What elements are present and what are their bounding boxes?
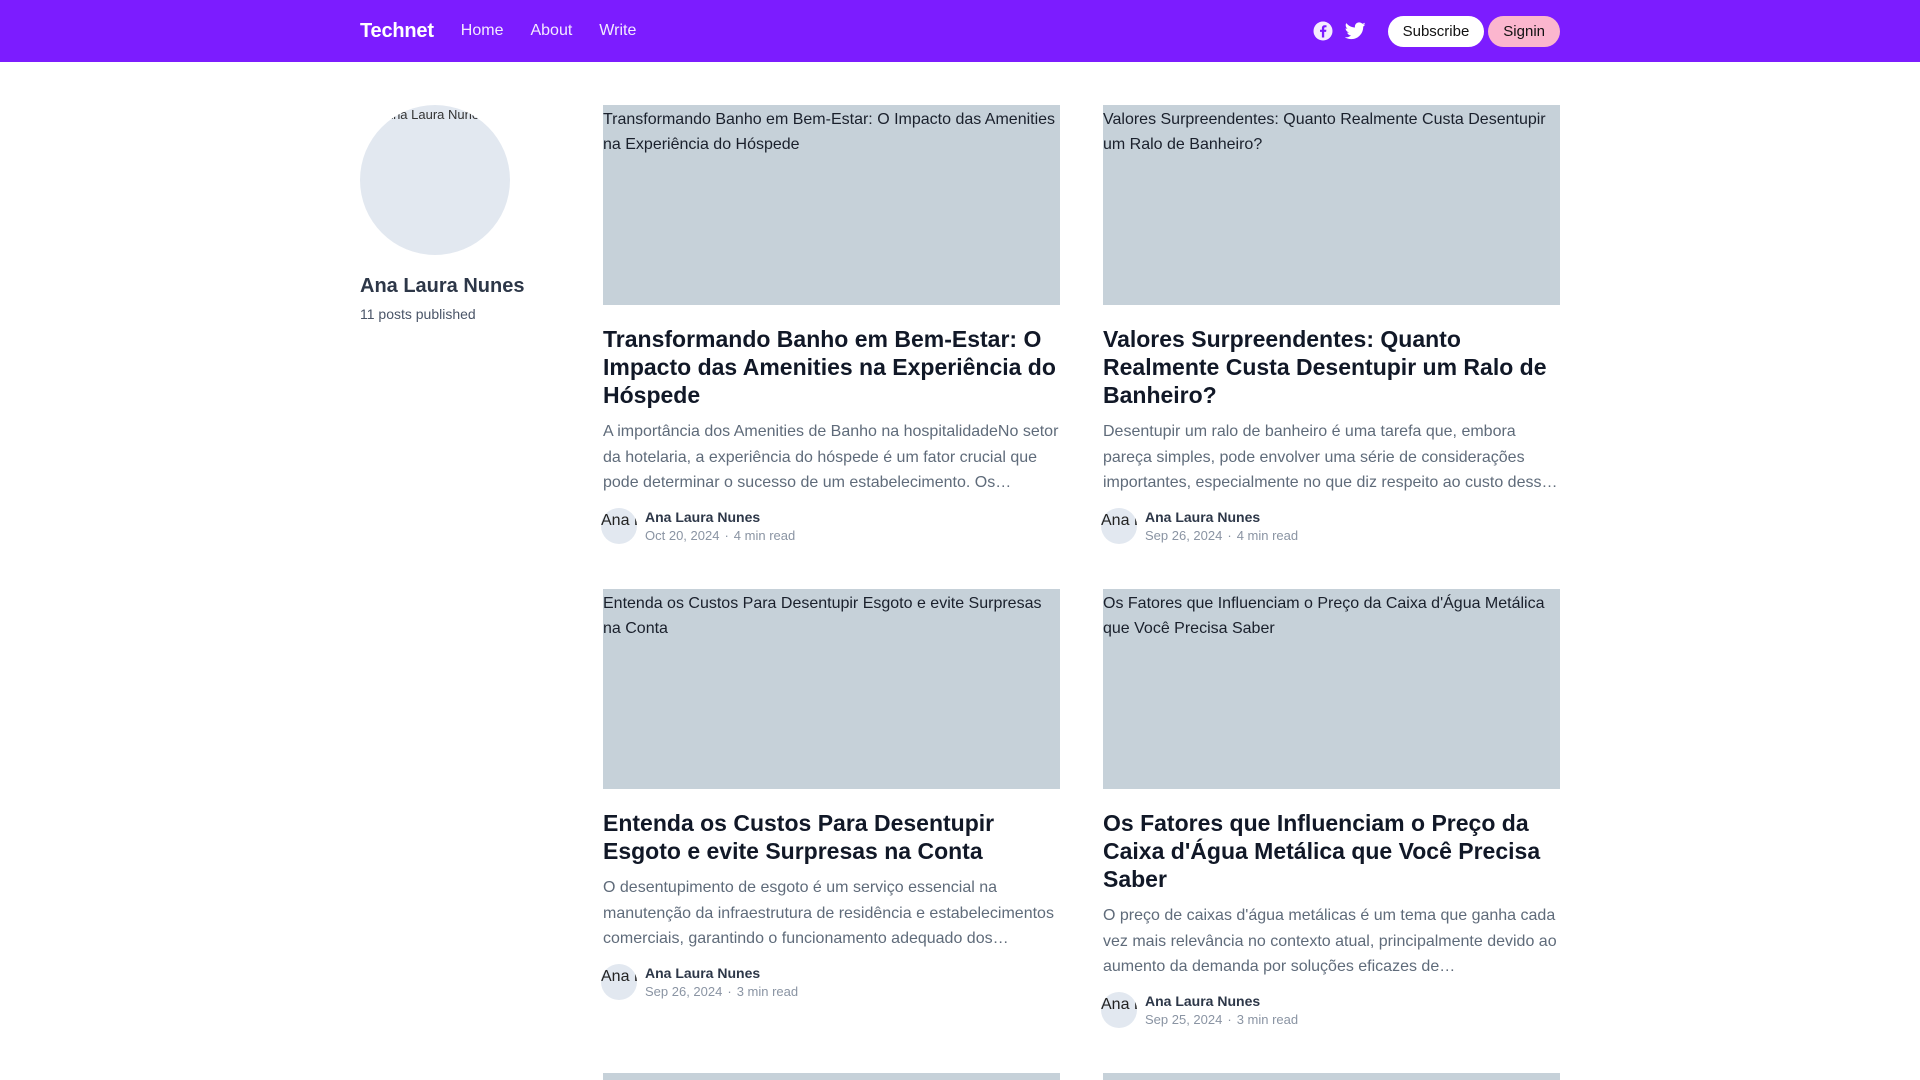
post-author[interactable]: Ana Laura Nunes [645,509,795,525]
post-title[interactable]: Entenda os Custos Para Desentupir Esgoto… [603,809,1060,865]
post-excerpt: O desentupimento de esgoto é um serviço … [603,879,1054,947]
avatar[interactable]: Ana Laura Nunes [1101,507,1137,544]
post-card: Os Fatores que Influenciam o Preço da Ca… [1101,589,1560,1028]
post-title[interactable]: Transformando Banho em Bem-Estar: O Impa… [603,325,1060,409]
avatar[interactable]: Ana Laura Nunes [601,963,637,1000]
post-meta-text: Ana Laura Nunes Oct 20, 2024 · 4 min read [645,509,795,543]
post-image-alt-text: Entenda os Custos Para Desentupir Esgoto… [603,595,1042,637]
post-author[interactable]: Ana Laura Nunes [645,965,798,981]
post-read-time: 4 min read [733,527,796,543]
post-image[interactable]: Os Fatores que Influenciam o Preço da Ca… [1103,589,1560,789]
post-image[interactable]: Transformando Banho em Bem-Estar: O Impa… [603,105,1060,305]
post-excerpt: A importância dos Amenities de Banho na … [603,423,1059,491]
nav-about[interactable]: About [530,22,572,40]
post-image[interactable]: Valores Surpreendentes: Quanto Realmente… [1103,105,1560,305]
post-date-line: Sep 25, 2024 · 3 min read [1145,1012,1298,1027]
avatar: Ana Laura Nunes [360,105,510,255]
avatar-alt-text: Ana Laura Nunes [1101,995,1137,1013]
post-image[interactable]: Entenda os Custos Para Desentupir Esgoto… [603,589,1060,789]
post-title[interactable]: Os Fatores que Influenciam o Preço da Ca… [1103,809,1560,893]
post-meta: Ana Laura Nunes Ana Laura Nunes Sep 26, … [1101,507,1560,544]
post-meta: Ana Laura Nunes Ana Laura Nunes Sep 26, … [601,963,1060,1000]
post-image[interactable] [603,1073,1060,1080]
post-author[interactable]: Ana Laura Nunes [1145,993,1298,1009]
post-excerpt: Desentupir um ralo de banheiro é uma tar… [1103,423,1551,491]
twitter-icon[interactable] [1345,20,1367,42]
post-date: Sep 26, 2024 [645,983,723,999]
navbar-inner: Technet Home About Write Subscribe Signi… [360,0,1560,62]
avatar[interactable]: Ana Laura Nunes [601,507,637,544]
author-profile: Ana Laura Nunes Ana Laura Nunes 11 posts… [360,105,560,322]
post-meta-text: Ana Laura Nunes Sep 26, 2024 · 3 min read [645,965,798,999]
separator-dot: · [1227,1011,1232,1027]
post-date: Sep 25, 2024 [1145,1011,1223,1027]
facebook-icon[interactable] [1312,20,1334,42]
posts-count: 11 posts published [360,306,476,322]
nav-home[interactable]: Home [461,22,504,40]
author-name: Ana Laura Nunes [360,275,525,297]
post-meta: Ana Laura Nunes Ana Laura Nunes Sep 25, … [1101,991,1560,1028]
top-navbar: Technet Home About Write Subscribe Signi… [0,0,1920,62]
post-meta-text: Ana Laura Nunes Sep 25, 2024 · 3 min read [1145,993,1298,1027]
post-read-time: 4 min read [1236,527,1299,543]
subscribe-button[interactable]: Subscribe [1387,15,1485,47]
post-title[interactable]: Valores Surpreendentes: Quanto Realmente… [1103,325,1560,409]
brand-logo[interactable]: Technet [360,20,434,43]
post-read-time: 3 min read [1236,1011,1299,1027]
post-read-time: 3 min read [736,983,799,999]
avatar-alt-text: Ana Laura Nunes [601,967,637,985]
post-date-line: Oct 20, 2024 · 4 min read [645,528,795,543]
separator-dot: · [727,983,732,999]
post-card: Transformando Banho em Bem-Estar: O Impa… [601,105,1060,544]
post-meta-text: Ana Laura Nunes Sep 26, 2024 · 4 min read [1145,509,1298,543]
post-image-alt-text: Os Fatores que Influenciam o Preço da Ca… [1103,595,1545,637]
separator-dot: · [724,527,729,543]
post-date-line: Sep 26, 2024 · 4 min read [1145,528,1298,543]
signin-button[interactable]: Signin [1488,15,1560,47]
post-card: Entenda os Custos Para Desentupir Esgoto… [601,589,1060,1000]
post-image[interactable] [1103,1073,1560,1080]
post-date: Oct 20, 2024 [645,527,720,543]
post-meta: Ana Laura Nunes Ana Laura Nunes Oct 20, … [601,507,1060,544]
post-card: Valores Surpreendentes: Quanto Realmente… [1101,105,1560,544]
nav-write[interactable]: Write [599,22,636,40]
post-date: Sep 26, 2024 [1145,527,1223,543]
post-excerpt: O preço de caixas d'água metálicas é um … [1103,907,1557,975]
avatar-alt-text: Ana Laura Nunes [601,511,637,529]
post-image-alt-text: Valores Surpreendentes: Quanto Realmente… [1103,111,1546,153]
avatar-alt-text: Ana Laura Nunes [384,107,486,122]
post-date-line: Sep 26, 2024 · 3 min read [645,984,798,999]
avatar-alt-text: Ana Laura Nunes [1101,511,1137,529]
avatar[interactable]: Ana Laura Nunes [1101,991,1137,1028]
post-image-alt-text: Transformando Banho em Bem-Estar: O Impa… [603,111,1056,153]
post-author[interactable]: Ana Laura Nunes [1145,509,1298,525]
separator-dot: · [1227,527,1232,543]
